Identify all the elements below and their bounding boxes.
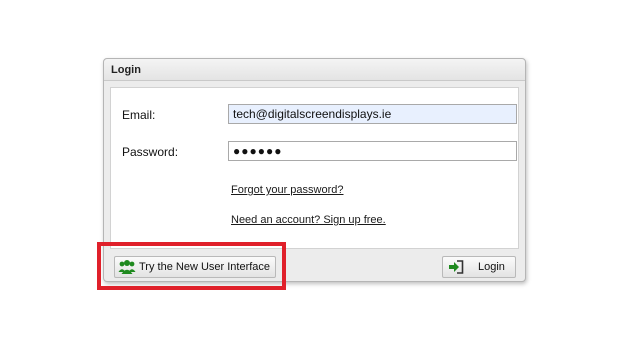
sign-in-icon <box>448 260 464 274</box>
panel-header: Login <box>104 59 525 81</box>
password-label: Password: <box>122 145 179 159</box>
email-field[interactable]: tech@digitalscreendisplays.ie <box>228 104 517 124</box>
new-ui-button-label: Try the New User Interface <box>139 261 271 273</box>
sign-up-link[interactable]: Need an account? Sign up free. <box>231 214 386 226</box>
forgot-password-link[interactable]: Forgot your password? <box>231 184 344 196</box>
page: Login Email: tech@digitalscreendisplays.… <box>0 0 636 352</box>
login-form: Email: tech@digitalscreendisplays.ie Pas… <box>110 87 519 249</box>
panel-title: Login <box>111 64 141 76</box>
login-button-label: Login <box>478 261 505 273</box>
email-label: Email: <box>122 108 156 122</box>
new-ui-button[interactable]: Try the New User Interface <box>114 256 276 278</box>
login-button[interactable]: Login <box>442 256 516 278</box>
users-icon <box>118 259 136 275</box>
password-field[interactable]: ●●●●●● <box>228 141 517 161</box>
login-panel: Login Email: tech@digitalscreendisplays.… <box>103 58 526 282</box>
